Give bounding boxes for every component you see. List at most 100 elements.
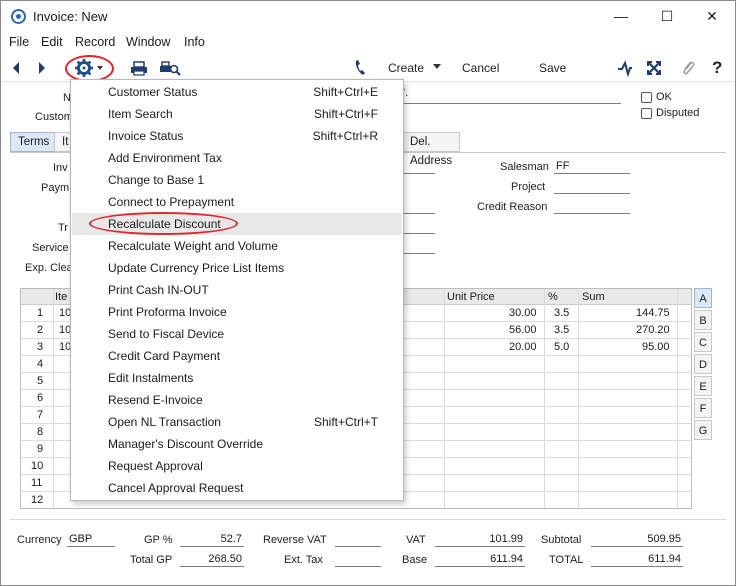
- menu-item-label: Customer Status: [108, 85, 198, 99]
- create-button[interactable]: Create: [388, 54, 443, 82]
- menu-info[interactable]: Info: [184, 35, 205, 49]
- menu-item-item-search[interactable]: Item Search Shift+Ctrl+F: [72, 103, 402, 125]
- recalculate-discount-highlight-ring: [89, 212, 238, 235]
- menu-item-cancel-approval-request[interactable]: Cancel Approval Request: [72, 477, 402, 499]
- previous-record-button[interactable]: [11, 54, 21, 82]
- menu-item-request-approval[interactable]: Request Approval: [72, 455, 402, 477]
- disputed-checkbox[interactable]: [641, 108, 652, 119]
- arrow-right-icon: [39, 62, 45, 74]
- maximize-button[interactable]: ☐: [644, 1, 690, 32]
- side-tab-c[interactable]: C: [694, 332, 712, 352]
- menu-file[interactable]: File: [9, 35, 29, 49]
- row-number: 8: [37, 426, 44, 438]
- menu-item-label: Change to Base 1: [108, 173, 205, 187]
- customer-name-field[interactable]: [403, 90, 621, 104]
- row-number: 12: [31, 494, 44, 506]
- row-unit-price: 30.00: [509, 307, 537, 319]
- menu-item-label: Connect to Prepayment: [108, 195, 235, 209]
- menu-item-shortcut: Shift+Ctrl+T: [313, 415, 378, 429]
- terms-field-4[interactable]: [403, 240, 435, 254]
- row-percent: 5.0: [554, 341, 570, 353]
- ok-checkbox[interactable]: [641, 92, 652, 103]
- save-button[interactable]: Save: [539, 54, 566, 82]
- col-unit-price-header: Unit Price: [447, 291, 495, 303]
- menu-item-invoice-status[interactable]: Invoice Status Shift+Ctrl+R: [72, 125, 402, 147]
- side-tab-a[interactable]: A: [694, 288, 712, 308]
- create-label: Create: [388, 61, 425, 75]
- menu-item-send-to-fiscal-device[interactable]: Send to Fiscal Device: [72, 323, 402, 345]
- cancel-button[interactable]: Cancel: [462, 54, 499, 82]
- menu-record[interactable]: Record: [75, 35, 115, 49]
- expand-button[interactable]: [646, 54, 662, 82]
- row-number: 10: [31, 460, 44, 472]
- row-unit-price: 20.00: [509, 341, 537, 353]
- minimize-button[interactable]: —: [598, 1, 644, 32]
- project-field[interactable]: [554, 180, 630, 194]
- menu-item-print-proforma-invoice[interactable]: Print Proforma Invoice: [72, 301, 402, 323]
- menu-item-label: Print Cash IN-OUT: [108, 283, 209, 297]
- print-button[interactable]: [130, 54, 148, 82]
- row-percent: 3.5: [554, 307, 570, 319]
- terms-field-3[interactable]: [403, 220, 435, 234]
- terms-field-2[interactable]: [403, 200, 435, 214]
- menu-item-label: Send to Fiscal Device: [108, 327, 225, 341]
- credit-reason-field[interactable]: [554, 200, 630, 214]
- app-icon: [11, 9, 26, 24]
- phone-icon: [355, 60, 365, 75]
- next-record-button[interactable]: [37, 54, 47, 82]
- total-label: TOTAL: [549, 554, 584, 566]
- total-value: 611.94: [591, 553, 683, 567]
- row-unit-price: 56.00: [509, 324, 537, 336]
- side-tab-f[interactable]: F: [694, 398, 712, 418]
- menu-item-resend-e-invoice[interactable]: Resend E-Invoice: [72, 389, 402, 411]
- menu-item-add-environment-tax[interactable]: Add Environment Tax: [72, 147, 402, 169]
- print-preview-icon: [160, 61, 181, 76]
- salesman-label: Salesman: [500, 161, 549, 173]
- activity-button[interactable]: [617, 54, 633, 82]
- terms-field-1[interactable]: [403, 160, 435, 174]
- menu-item-label: Edit Instalments: [108, 371, 194, 385]
- payment-terms-label: Paym: [41, 182, 70, 194]
- invoice-window: Invoice: New — ☐ ✕ File Edit Record Wind…: [0, 0, 736, 586]
- printer-icon: [131, 61, 147, 76]
- tab-terms[interactable]: Terms: [10, 132, 58, 152]
- menu-bar: File Edit Record Window Info: [1, 33, 735, 53]
- side-tab-g[interactable]: G: [694, 420, 712, 440]
- salesman-field[interactable]: FF: [554, 160, 630, 174]
- help-button[interactable]: ?: [712, 54, 722, 82]
- menu-item-connect-to-prepayment[interactable]: Connect to Prepayment: [72, 191, 402, 213]
- row-number: 9: [37, 443, 44, 455]
- menu-item-customer-status[interactable]: Customer Status Shift+Ctrl+E: [72, 81, 402, 103]
- menu-item-change-to-base-1[interactable]: Change to Base 1: [72, 169, 402, 191]
- row-sum: 144.75: [636, 307, 670, 319]
- row-sum: 95.00: [642, 341, 670, 353]
- menu-item-label: Manager's Discount Override: [108, 437, 264, 451]
- menu-window[interactable]: Window: [126, 35, 170, 49]
- attachment-button[interactable]: [681, 54, 695, 82]
- close-button[interactable]: ✕: [689, 1, 735, 32]
- pulse-icon: [618, 60, 632, 78]
- menu-item-update-currency-price-list[interactable]: Update Currency Price List Items: [72, 257, 402, 279]
- menu-item-label: Request Approval: [108, 459, 203, 473]
- phone-button[interactable]: [353, 54, 367, 82]
- print-preview-button[interactable]: [159, 54, 181, 82]
- reverse-vat-value: [335, 533, 381, 547]
- side-tab-b[interactable]: B: [694, 310, 712, 330]
- side-tab-d[interactable]: D: [694, 354, 712, 374]
- menu-item-edit-instalments[interactable]: Edit Instalments: [72, 367, 402, 389]
- menu-item-label: Resend E-Invoice: [108, 393, 203, 407]
- customer-label: Custom: [35, 111, 73, 123]
- side-tab-e[interactable]: E: [694, 376, 712, 396]
- menu-item-recalculate-weight-volume[interactable]: Recalculate Weight and Volume: [72, 235, 402, 257]
- row-sum: 270.20: [636, 324, 670, 336]
- gp-percent-label: GP %: [144, 534, 173, 546]
- menu-item-open-nl-transaction[interactable]: Open NL Transaction Shift+Ctrl+T: [72, 411, 402, 433]
- menu-edit[interactable]: Edit: [41, 35, 63, 49]
- menu-item-credit-card-payment[interactable]: Credit Card Payment: [72, 345, 402, 367]
- menu-item-managers-discount-override[interactable]: Manager's Discount Override: [72, 433, 402, 455]
- menu-item-label: Credit Card Payment: [108, 349, 221, 363]
- currency-field[interactable]: GBP: [67, 533, 115, 547]
- menu-item-print-cash-in-out[interactable]: Print Cash IN-OUT: [72, 279, 402, 301]
- ext-tax-value: [335, 553, 381, 567]
- tab-del-address[interactable]: Del. Address: [402, 132, 461, 167]
